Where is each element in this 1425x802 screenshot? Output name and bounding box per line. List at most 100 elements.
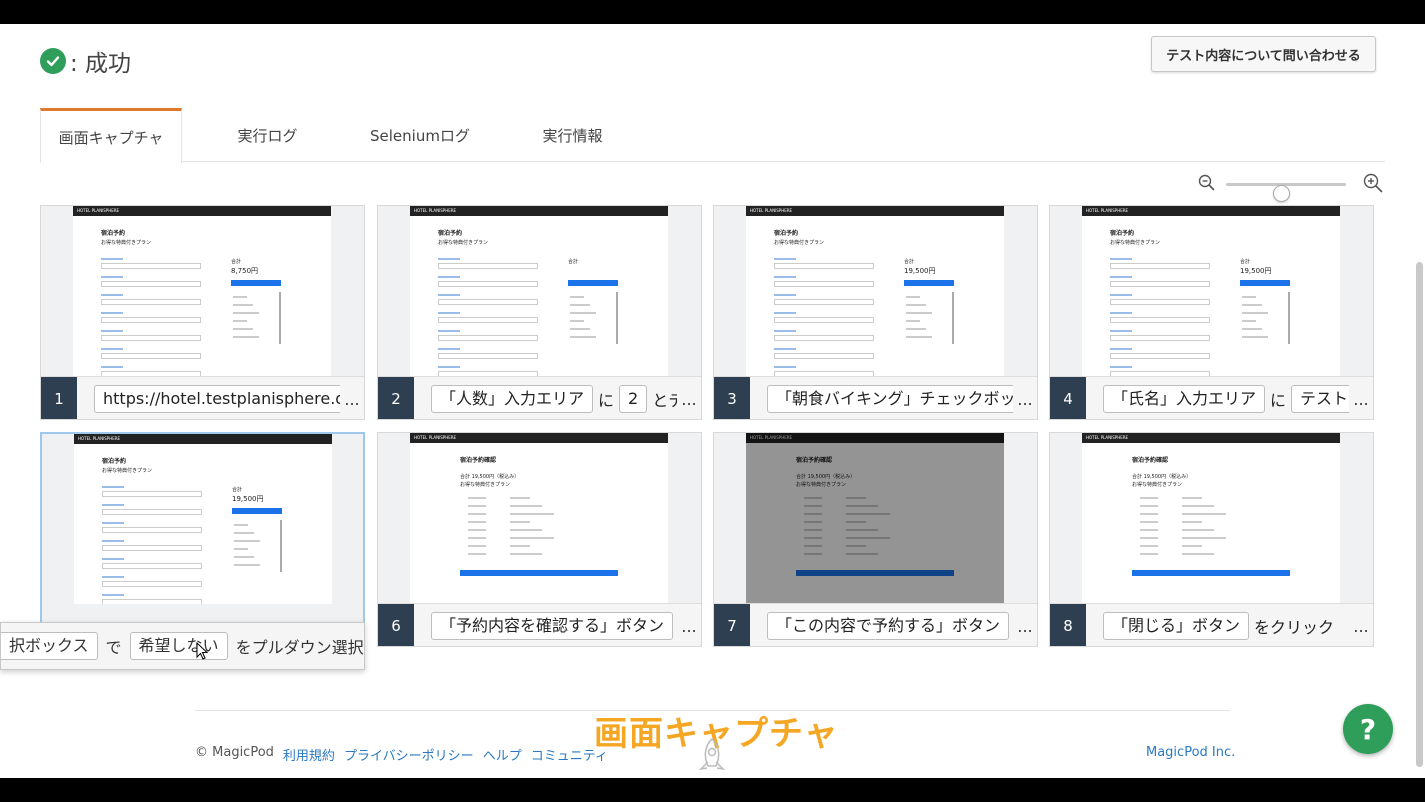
popover-target-chip: 択ボックス: [1, 632, 98, 660]
thumb-submit: [231, 280, 281, 286]
step-caption: 7「この内容で予約する」ボタンを...: [714, 603, 1037, 646]
thumb-confirm-total: 合計 19,500円（税込み）: [1132, 474, 1192, 480]
thumb-detail-key: [468, 537, 486, 539]
capture-card[interactable]: HOTEL PLANISPHERE 宿泊予約確認 合計 19,500円（税込み） お得…: [377, 432, 702, 647]
thumb-plan: お得な特典付きプラン: [1110, 240, 1161, 246]
thumb-option: [570, 296, 584, 298]
thumb-detail-key: [804, 505, 822, 507]
thumb-option: [234, 564, 260, 566]
thumb-detail-val: [846, 553, 878, 555]
thumb-detail-key: [1140, 497, 1158, 499]
thumb-detail-key: [468, 545, 486, 547]
thumb-field-label: [1110, 312, 1132, 314]
thumb-detail-key: [804, 553, 822, 555]
capture-card[interactable]: HOTEL PLANISPHERE 宿泊予約確認 合計 19,500円（税込み） お得…: [1049, 432, 1374, 647]
step-caption: 8 「閉じる」ボタン をクリック...: [1050, 603, 1373, 646]
more-button[interactable]: ...: [1349, 617, 1373, 636]
contact-button[interactable]: テスト内容について問い合わせる: [1151, 36, 1376, 72]
thumb-field-label: [774, 330, 796, 332]
thumb-total-label: 合計: [904, 259, 915, 265]
thumb-plan: お得な特典付きプラン: [102, 468, 153, 474]
thumb-field-label: [101, 348, 123, 350]
thumb-detail-val: [1182, 537, 1226, 539]
capture-card[interactable]: HOTEL PLANISPHERE 宿泊予約 お得な特典付きプラン 合計 8,750円 1…: [40, 205, 365, 420]
thumb-field: [438, 263, 538, 269]
thumb-option: [233, 336, 259, 338]
capture-thumbnail[interactable]: HOTEL PLANISPHERE 宿泊予約 お得な特典付きプラン 合計 19,500円: [74, 434, 332, 604]
more-button[interactable]: ...: [1013, 390, 1037, 409]
thumb-field: [101, 353, 201, 359]
capture-card[interactable]: HOTEL PLANISPHERE 宿泊予約 お得な特典付きプラン 合計 19,500円: [40, 432, 365, 647]
thumb-field-label: [102, 540, 124, 542]
tab-execution-log[interactable]: 実行ログ: [200, 108, 335, 162]
capture-card[interactable]: HOTEL PLANISPHERE 宿泊予約 お得な特典付きプラン 合計 19,500円…: [713, 205, 1038, 420]
run-status: : 成功: [40, 44, 131, 78]
thumb-detail-val: [846, 497, 866, 499]
thumb-field-label: [102, 576, 124, 578]
thumb-field-label: [1110, 276, 1132, 278]
thumb-field-label: [438, 330, 460, 332]
link-privacy[interactable]: プライバシーポリシー: [344, 745, 474, 764]
step-chip: 「予約内容を確認する」ボタン: [431, 612, 674, 640]
thumb-plan: お得な特典付きプラン: [438, 240, 489, 246]
thumb-field: [774, 299, 874, 305]
thumb-sidebar: [952, 292, 954, 344]
thumb-field: [101, 317, 201, 323]
step-text: をクリック: [1254, 618, 1335, 637]
tab-selenium-log[interactable]: Seleniumログ: [350, 108, 490, 162]
thumb-field: [774, 335, 874, 341]
capture-thumbnail[interactable]: HOTEL PLANISPHERE 宿泊予約 お得な特典付きプラン 合計 19,500円: [1082, 206, 1340, 376]
zoom-out-icon[interactable]: [1198, 174, 1216, 192]
rocket-logo-icon: [698, 738, 726, 771]
capture-card[interactable]: HOTEL PLANISPHERE 宿泊予約 お得な特典付きプラン 合計 2 「人数」入力…: [377, 205, 702, 420]
help-button[interactable]: ?: [1343, 704, 1393, 754]
thumb-option: [906, 320, 920, 322]
thumb-field: [438, 281, 538, 287]
thumb-field-label: [774, 294, 796, 296]
link-company[interactable]: MagicPod Inc.: [1146, 745, 1235, 760]
thumb-field: [102, 545, 202, 551]
zoom-slider-knob[interactable]: [1273, 185, 1290, 202]
capture-card[interactable]: HOTEL PLANISPHERE 宿泊予約 お得な特典付きプラン 合計 19,500円…: [1049, 205, 1374, 420]
thumb-option: [234, 524, 248, 526]
thumb-field-label: [101, 258, 123, 260]
tab-screen-capture[interactable]: 画面キャプチャ: [40, 108, 182, 163]
zoom-in-icon[interactable]: [1362, 172, 1384, 194]
capture-thumbnail[interactable]: HOTEL PLANISPHERE 宿泊予約確認 合計 19,500円（税込み） お得…: [746, 433, 1004, 603]
step-text: に: [598, 391, 615, 410]
tab-execution-info[interactable]: 実行情報: [505, 108, 640, 162]
thumb-sidebar: [616, 292, 618, 344]
thumb-option: [1242, 312, 1268, 314]
step-description: https://hotel.testplanisphere.dev/ja/: [77, 385, 340, 413]
link-terms[interactable]: 利用規約: [283, 745, 335, 764]
thumb-header: HOTEL PLANISPHERE: [746, 433, 1004, 443]
capture-thumbnail[interactable]: HOTEL PLANISPHERE 宿泊予約確認 合計 19,500円（税込み） お得…: [410, 433, 668, 603]
zoom-slider[interactable]: [1226, 183, 1346, 202]
capture-thumbnail[interactable]: HOTEL PLANISPHERE 宿泊予約確認 合計 19,500円（税込み） お得…: [1082, 433, 1340, 603]
link-help[interactable]: ヘルプ: [483, 745, 522, 764]
capture-thumbnail[interactable]: HOTEL PLANISPHERE 宿泊予約 お得な特典付きプラン 合計: [410, 206, 668, 376]
page-scrollbar[interactable]: [1416, 262, 1423, 767]
thumb-header: HOTEL PLANISPHERE: [410, 206, 668, 216]
thumb-detail-val: [510, 529, 542, 531]
more-button[interactable]: ...: [1013, 617, 1037, 636]
step-chip: 「氏名」入力エリア: [1103, 385, 1266, 413]
thumb-option: [233, 312, 259, 314]
capture-card[interactable]: HOTEL PLANISPHERE 宿泊予約確認 合計 19,500円（税込み） お得…: [713, 432, 1038, 647]
thumb-detail-val: [510, 505, 542, 507]
thumb-detail-key: [1140, 529, 1158, 531]
thumb-detail-key: [1140, 505, 1158, 507]
thumb-field-label: [438, 366, 460, 368]
more-button[interactable]: ...: [1349, 390, 1373, 409]
thumb-detail-val: [510, 513, 554, 515]
thumb-confirm-total: 合計 19,500円（税込み）: [460, 474, 520, 480]
thumb-field-label: [774, 276, 796, 278]
more-button[interactable]: ...: [340, 390, 364, 409]
more-button[interactable]: ...: [677, 617, 701, 636]
more-button[interactable]: ...: [677, 390, 701, 409]
capture-thumbnail[interactable]: HOTEL PLANISPHERE 宿泊予約 お得な特典付きプラン 合計 8,750円: [73, 206, 331, 376]
thumb-field: [1110, 281, 1210, 287]
thumb-field: [438, 335, 538, 341]
capture-thumbnail[interactable]: HOTEL PLANISPHERE 宿泊予約 お得な特典付きプラン 合計 19,500円: [746, 206, 1004, 376]
footer-links: © MagicPod 利用規約 プライバシーポリシー ヘルプ コミュニティ: [195, 745, 608, 764]
